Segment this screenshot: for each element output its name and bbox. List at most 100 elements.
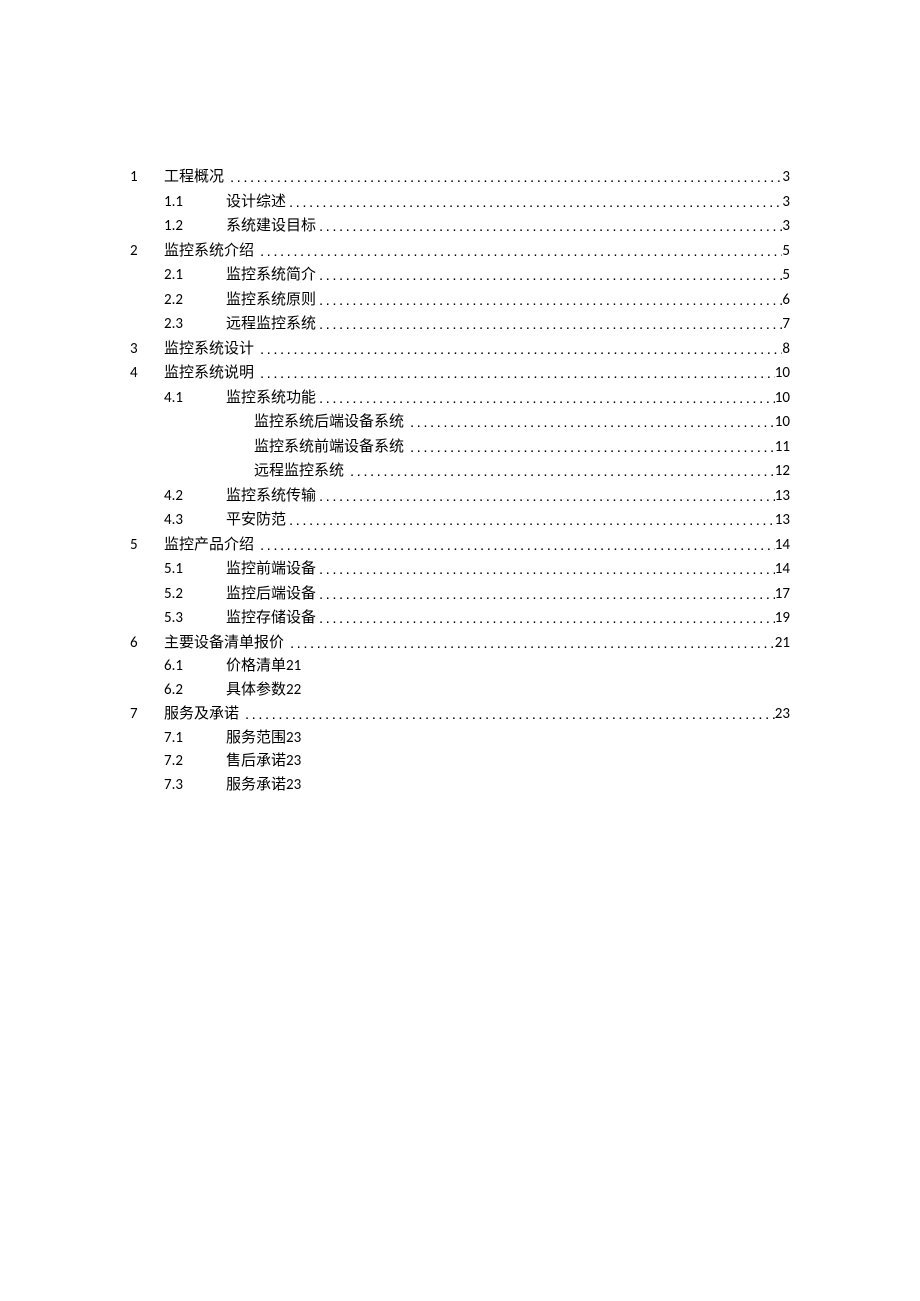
toc-entry: 2.2监控系统原则 6 [130, 288, 790, 313]
toc-title: 监控后端设备 [226, 583, 316, 607]
table-of-contents: 1工程概况31.1设计综述31.2系统建设目标32监控系统介绍52.1监控系统简… [130, 165, 790, 797]
toc-chapter-number: 6 [130, 632, 164, 656]
toc-section-number: 4.2 [164, 485, 226, 509]
toc-title: 服务及承诺 [164, 703, 239, 727]
toc-section-number: 7.2 [164, 750, 226, 774]
toc-leader [316, 485, 775, 509]
toc-page-number: 23 [286, 727, 301, 751]
toc-title: 远程监控系统 [254, 460, 344, 484]
toc-leader [257, 534, 775, 558]
toc-page-number: 5 [782, 264, 790, 288]
toc-page-number: 3 [782, 166, 790, 190]
toc-chapter-number: 5 [130, 534, 164, 558]
toc-page-number: 14 [775, 558, 790, 582]
toc-leader [257, 240, 782, 264]
toc-leader [257, 362, 775, 386]
toc-page-number: 13 [775, 485, 790, 509]
toc-title: 监控系统介绍 [164, 240, 254, 264]
toc-entry: 7.2售后承诺23 [130, 750, 790, 774]
toc-leader [227, 166, 782, 190]
toc-entry: 1.1设计综述3 [130, 190, 790, 215]
toc-entry: 5.3监控存储设备19 [130, 606, 790, 631]
toc-page-number: 7 [782, 313, 790, 337]
toc-title: 具体参数 [226, 679, 286, 703]
toc-entry: 4.2监控系统传输 13 [130, 484, 790, 509]
toc-leader [316, 313, 782, 337]
toc-leader [316, 558, 775, 582]
toc-title: 监控存储设备 [226, 607, 316, 631]
toc-page-number: 22 [286, 679, 301, 703]
toc-page-number: 6 [782, 289, 790, 313]
toc-entry: 6.2具体参数22 [130, 679, 790, 703]
toc-page-number: 10 [775, 411, 790, 435]
toc-section-number: 6.1 [164, 655, 226, 679]
toc-leader [316, 387, 775, 411]
toc-title: 监控系统功能 [226, 387, 316, 411]
toc-page-number: 3 [782, 215, 790, 239]
toc-title: 工程概况 [164, 166, 224, 190]
toc-leader [316, 607, 775, 631]
toc-title: 监控前端设备 [226, 558, 316, 582]
toc-leader [316, 215, 782, 239]
toc-title: 主要设备清单报价 [164, 632, 284, 656]
toc-entry: 2.1监控系统简介5 [130, 263, 790, 288]
toc-page-number: 13 [775, 509, 790, 533]
toc-page-number: 12 [775, 460, 790, 484]
toc-page-number: 21 [286, 655, 301, 679]
toc-title: 监控系统后端设备系统 [254, 411, 404, 435]
toc-title: 设计综述 [226, 191, 286, 215]
toc-entry: 5.1监控前端设备14 [130, 557, 790, 582]
toc-title: 监控系统说明 [164, 362, 254, 386]
toc-entry: 6主要设备清单报价 21 [130, 631, 790, 656]
toc-title: 监控系统设计 [164, 338, 254, 362]
toc-page-number: 10 [775, 362, 790, 386]
toc-page-number: 19 [775, 607, 790, 631]
toc-entry: 7服务及承诺 23 [130, 702, 790, 727]
toc-chapter-number: 7 [130, 703, 164, 727]
toc-page-number: 14 [775, 534, 790, 558]
toc-page-number: 8 [782, 338, 790, 362]
toc-section-number: 1.2 [164, 215, 226, 239]
toc-page-number: 11 [775, 436, 790, 460]
toc-leader [287, 632, 775, 656]
toc-entry: 4监控系统说明 10 [130, 361, 790, 386]
toc-leader [286, 191, 782, 215]
toc-leader [257, 338, 782, 362]
toc-section-number: 6.2 [164, 679, 226, 703]
toc-chapter-number: 4 [130, 362, 164, 386]
toc-page-number: 23 [775, 703, 790, 727]
toc-page-number: 23 [286, 750, 301, 774]
toc-title: 监控系统原则 [226, 289, 316, 313]
toc-leader [347, 460, 775, 484]
toc-page-number: 5 [782, 240, 790, 264]
toc-title: 服务承诺 [226, 774, 286, 798]
toc-entry: 监控系统前端设备系统11 [130, 435, 790, 460]
toc-page-number: 21 [775, 632, 790, 656]
toc-entry: 6.1价格清单21 [130, 655, 790, 679]
toc-entry: 5监控产品介绍 14 [130, 533, 790, 558]
toc-entry: 7.1服务范围23 [130, 727, 790, 751]
toc-leader [316, 289, 782, 313]
toc-page-number: 3 [782, 191, 790, 215]
toc-title: 监控产品介绍 [164, 534, 254, 558]
toc-title: 售后承诺 [226, 750, 286, 774]
toc-section-number: 5.2 [164, 583, 226, 607]
toc-leader [407, 411, 775, 435]
toc-leader [286, 509, 775, 533]
toc-section-number: 2.2 [164, 289, 226, 313]
toc-leader [316, 264, 782, 288]
toc-section-number: 4.1 [164, 387, 226, 411]
toc-title: 监控系统传输 [226, 485, 316, 509]
toc-section-number: 7.3 [164, 774, 226, 798]
toc-page-number: 17 [775, 583, 790, 607]
toc-leader [407, 436, 775, 460]
toc-entry: 1.2系统建设目标3 [130, 214, 790, 239]
toc-entry: 4.3平安防范13 [130, 508, 790, 533]
toc-title: 价格清单 [226, 655, 286, 679]
toc-title: 监控系统简介 [226, 264, 316, 288]
toc-leader [316, 583, 775, 607]
toc-section-number: 4.3 [164, 509, 226, 533]
toc-entry: 3监控系统设计8 [130, 337, 790, 362]
toc-entry: 5.2监控后端设备 17 [130, 582, 790, 607]
toc-section-number: 7.1 [164, 727, 226, 751]
